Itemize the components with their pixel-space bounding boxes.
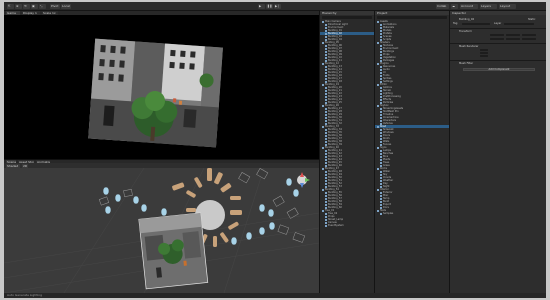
- shading-mode-dropdown[interactable]: Shaded: [6, 163, 20, 168]
- play-button[interactable]: ▶: [258, 4, 265, 9]
- folder-icon: [377, 167, 379, 170]
- rotation-x-field[interactable]: [490, 38, 504, 40]
- project-panel: Project Assets Animations Materials Models P…: [374, 11, 449, 293]
- component-mesh-renderer[interactable]: Mesh Renderer: [459, 45, 479, 48]
- hierarchy-panel: Hierarchy Main Camera Directional Light En…: [319, 11, 374, 293]
- folder-icon: [377, 146, 379, 149]
- layers-dropdown[interactable]: Layers: [480, 4, 497, 9]
- gameobject-icon: [325, 224, 327, 227]
- local-toggle[interactable]: Local: [61, 4, 71, 9]
- pause-button[interactable]: ❚❚: [266, 4, 273, 9]
- scene-viewport[interactable]: [4, 168, 319, 293]
- hand-tool-button[interactable]: ⇱: [7, 4, 14, 9]
- mesh-renderer-field-3[interactable]: [480, 55, 488, 57]
- layer-dropdown[interactable]: [504, 23, 534, 25]
- cloud-button[interactable]: ☁: [451, 4, 458, 9]
- folder-icon: [377, 188, 379, 191]
- rotation-y-field[interactable]: [506, 38, 520, 40]
- gameobject-icon: [322, 104, 324, 107]
- rotation-z-field[interactable]: [522, 38, 536, 40]
- scene-orientation-gizmo[interactable]: [297, 172, 310, 188]
- 2d-toggle[interactable]: 2D: [22, 163, 28, 168]
- hierarchy-list: Main Camera Directional Light Environment B…: [320, 20, 374, 227]
- folder-icon: [377, 209, 379, 212]
- project-item-label: Samples: [383, 212, 394, 215]
- project-search-input[interactable]: [377, 16, 447, 19]
- gameobject-icon: [322, 20, 324, 23]
- pivot-toggle[interactable]: Pivot: [50, 4, 60, 9]
- layout-dropdown[interactable]: Layout: [499, 4, 516, 9]
- gameobject-icon: [322, 167, 324, 170]
- project-list: Assets Animations Materials Models Prefabs Sc…: [375, 20, 449, 215]
- move-tool-button[interactable]: ⊕: [15, 4, 22, 9]
- position-z-field[interactable]: [522, 34, 536, 36]
- component-mesh-filter[interactable]: Mesh Filter: [459, 62, 473, 65]
- inspector-title: Inspector: [450, 11, 546, 15]
- project-item[interactable]: Samples: [375, 212, 449, 215]
- status-bar: Auto Generate Lighting: [4, 293, 546, 298]
- scene-building-object[interactable]: [138, 212, 209, 290]
- object-name-field[interactable]: Building_02: [459, 18, 474, 21]
- gameobject-icon: [322, 146, 324, 149]
- folder-icon: [377, 62, 379, 65]
- rect-tool-button[interactable]: ▣: [31, 4, 38, 9]
- folder-icon: [377, 125, 379, 128]
- main-toolbar: ⇱ ⊕ ⟲ ▣ ⤡ Pivot Local ▶ ❚❚ ▶❘ Collab ☁ A…: [4, 2, 546, 11]
- static-checkbox[interactable]: Static: [528, 18, 535, 21]
- hierarchy-item-label: EventSystem: [328, 224, 344, 227]
- gameobject-icon: [322, 62, 324, 65]
- tag-label: Tag: [453, 22, 458, 25]
- project-title: Project: [375, 11, 449, 15]
- position-y-field[interactable]: [506, 34, 520, 36]
- hierarchy-item[interactable]: EventSystem: [320, 224, 374, 227]
- collab-button[interactable]: Collab: [436, 4, 449, 9]
- tag-dropdown[interactable]: [462, 23, 490, 25]
- hierarchy-title: Hierarchy: [320, 11, 374, 15]
- mesh-renderer-field-1[interactable]: [480, 49, 488, 51]
- add-component-button[interactable]: Add Component: [463, 68, 535, 71]
- hierarchy-search-input[interactable]: [322, 16, 372, 19]
- gameobject-icon: [322, 209, 324, 212]
- scale-tool-button[interactable]: ⤡: [39, 4, 46, 9]
- mesh-renderer-field-2[interactable]: [480, 52, 488, 54]
- game-viewport[interactable]: [4, 15, 319, 159]
- gameobject-icon: [322, 41, 324, 44]
- folder-icon: [377, 20, 379, 23]
- rotate-tool-button[interactable]: ⟲: [23, 4, 30, 9]
- unity-editor-window: ⇱ ⊕ ⟲ ▣ ⤡ Pivot Local ▶ ❚❚ ▶❘ Collab ☁ A…: [4, 2, 546, 298]
- folder-icon: [380, 212, 382, 215]
- account-dropdown[interactable]: Account: [460, 4, 478, 9]
- position-x-field[interactable]: [490, 34, 504, 36]
- folder-icon: [377, 104, 379, 107]
- step-button[interactable]: ▶❘: [274, 4, 281, 9]
- folder-icon: [377, 83, 379, 86]
- inspector-panel: Inspector Building_02 Static Tag Layer T…: [449, 11, 546, 293]
- layer-label: Layer: [494, 22, 502, 25]
- folder-icon: [377, 41, 379, 44]
- gameobject-icon: [322, 188, 324, 191]
- gameobject-icon: [322, 83, 324, 86]
- component-transform[interactable]: Transform: [459, 30, 472, 33]
- gameobject-icon: [322, 125, 324, 128]
